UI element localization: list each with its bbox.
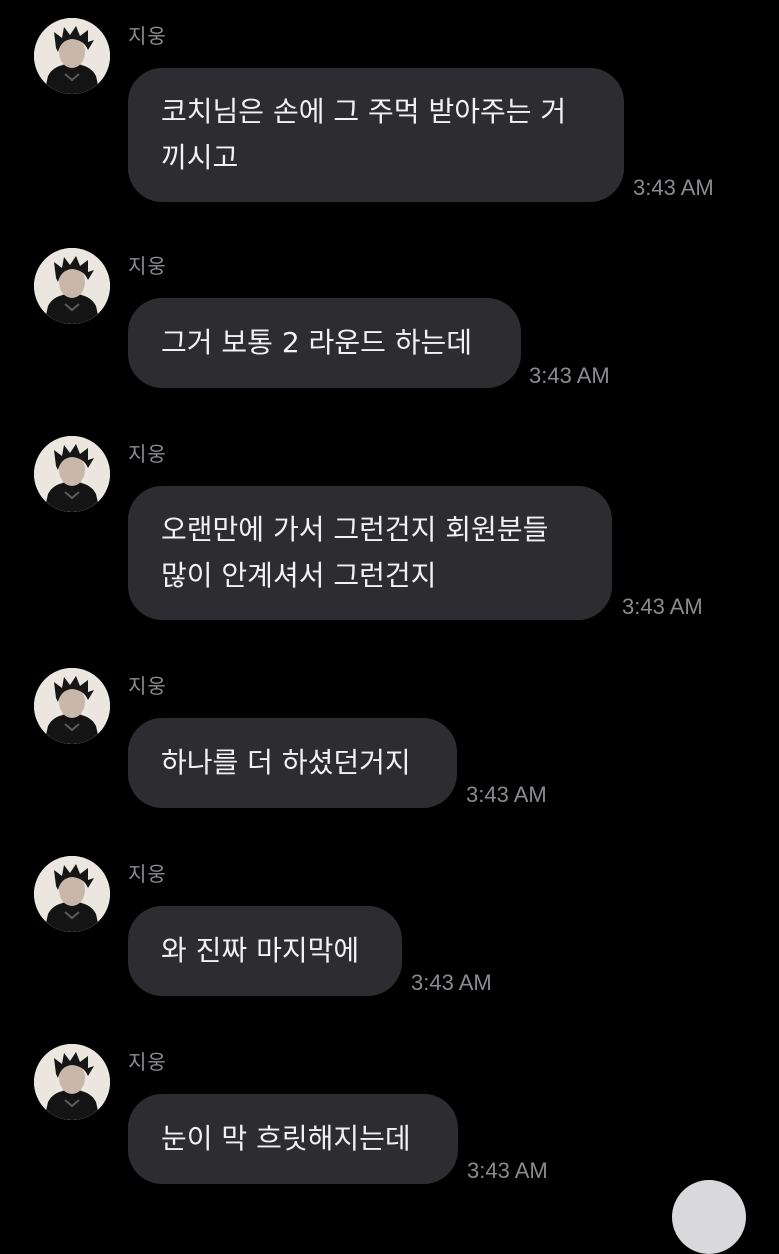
avatar[interactable]: [34, 668, 110, 744]
message-timestamp: 3:43 AM: [411, 970, 492, 995]
message-bubble[interactable]: 그거 보통 2 라운드 하는데: [128, 298, 521, 388]
message-row: 지웅 와 진짜 마지막에 3:43 AM: [0, 856, 779, 1006]
avatar[interactable]: [34, 436, 110, 512]
scroll-to-bottom-button[interactable]: [672, 1180, 746, 1254]
sender-name: 지웅: [128, 1050, 167, 1074]
message-timestamp: 3:43 AM: [466, 782, 547, 807]
sender-name: 지웅: [128, 442, 167, 466]
message-text: 오랜만에 가서 그런건지 회원분들 많이 안계셔서 그런건지: [161, 513, 549, 592]
profile-photo-icon: [34, 856, 110, 932]
message-row: 지웅 하나를 더 하셨던거지 3:43 AM: [0, 668, 779, 818]
avatar[interactable]: [34, 18, 110, 94]
profile-photo-icon: [34, 1044, 110, 1120]
message-bubble[interactable]: 와 진짜 마지막에: [128, 906, 402, 996]
sender-name: 지웅: [128, 24, 167, 48]
message-text: 눈이 막 흐릿해지는데: [161, 1122, 411, 1155]
message-bubble[interactable]: 코치님은 손에 그 주먹 받아주는 거 끼시고: [128, 68, 624, 202]
message-timestamp: 3:43 AM: [622, 594, 703, 619]
message-row: 지웅 그거 보통 2 라운드 하는데 3:43 AM: [0, 248, 779, 398]
message-bubble[interactable]: 하나를 더 하셨던거지: [128, 718, 457, 808]
message-row: 지웅 코치님은 손에 그 주먹 받아주는 거 끼시고 3:43 AM: [0, 18, 779, 208]
profile-photo-icon: [34, 18, 110, 94]
message-row: 지웅 오랜만에 가서 그런건지 회원분들 많이 안계셔서 그런건지 3:43 A…: [0, 436, 779, 626]
avatar[interactable]: [34, 856, 110, 932]
message-text: 코치님은 손에 그 주먹 받아주는 거 끼시고: [161, 95, 567, 174]
profile-photo-icon: [34, 436, 110, 512]
chat-thread[interactable]: 지웅 코치님은 손에 그 주먹 받아주는 거 끼시고 3:43 AM 지웅 그거…: [0, 0, 779, 1254]
message-bubble[interactable]: 오랜만에 가서 그런건지 회원분들 많이 안계셔서 그런건지: [128, 486, 612, 620]
sender-name: 지웅: [128, 862, 167, 886]
profile-photo-icon: [34, 668, 110, 744]
message-text: 하나를 더 하셨던거지: [161, 746, 411, 779]
sender-name: 지웅: [128, 674, 167, 698]
sender-name: 지웅: [128, 254, 167, 278]
message-text: 그거 보통 2 라운드 하는데: [161, 326, 473, 359]
message-timestamp: 3:43 AM: [467, 1158, 548, 1183]
message-timestamp: 3:43 AM: [529, 363, 610, 388]
message-row: 지웅 눈이 막 흐릿해지는데 3:43 AM: [0, 1044, 779, 1194]
profile-photo-icon: [34, 248, 110, 324]
message-timestamp: 3:43 AM: [633, 175, 714, 200]
message-bubble[interactable]: 눈이 막 흐릿해지는데: [128, 1094, 458, 1184]
avatar[interactable]: [34, 248, 110, 324]
avatar[interactable]: [34, 1044, 110, 1120]
message-text: 와 진짜 마지막에: [161, 934, 360, 967]
